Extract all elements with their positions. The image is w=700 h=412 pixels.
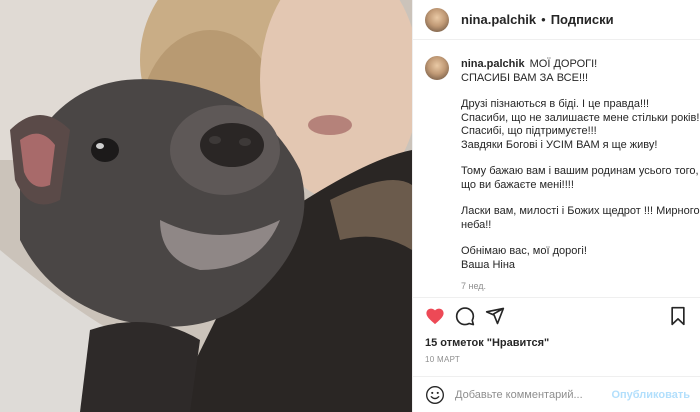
header-username[interactable]: nina.palchik [461, 12, 536, 27]
header-separator: • [541, 12, 546, 27]
post-side-panel: nina.palchik • Подписки nina.palchik МОЇ… [412, 0, 700, 412]
post-photo[interactable] [0, 0, 412, 412]
caption-time[interactable]: 7 нед. [461, 280, 693, 294]
avatar[interactable] [425, 7, 449, 32]
caption-area: nina.palchik МОЇ ДОРОГІ! СПАСИБІ ВАМ ЗА … [425, 48, 700, 296]
comment-button[interactable] [455, 306, 475, 326]
caption-text: nina.palchik МОЇ ДОРОГІ! СПАСИБІ ВАМ ЗА … [461, 48, 700, 294]
publish-button[interactable]: Опубликовать [611, 389, 690, 401]
caption-row: nina.palchik МОЇ ДОРОГІ! СПАСИБІ ВАМ ЗА … [425, 48, 700, 294]
caption-line: Ваша Ніна [461, 258, 516, 271]
caption-line: Тому бажаю вам і вашим родинам усього то… [461, 165, 699, 177]
caption-line: МОЇ ДОРОГІ! [529, 58, 598, 70]
likes-count[interactable]: 15 отметок "Нравится" [425, 337, 549, 349]
caption-line: Спасиби, що не залишаєте мене стільки ро… [461, 111, 700, 124]
caption-line: Завдяки Богові і УСІМ ВАМ я ще живу! [461, 138, 658, 151]
like-button[interactable] [425, 306, 445, 326]
caption-username[interactable]: nina.palchik [461, 58, 525, 70]
caption-line: Ласки вам, милості і Божих щедрот !!! Ми… [461, 205, 700, 217]
comment-bar: Опубликовать [413, 376, 700, 412]
comment-icon [455, 307, 475, 326]
caption-line: Спасибі, що підтримуєте!!! [461, 125, 597, 137]
photo-illustration [0, 0, 412, 412]
heart-icon [426, 308, 444, 325]
post-header: nina.palchik • Подписки [413, 0, 700, 40]
share-icon [485, 307, 505, 325]
following-button[interactable]: Подписки [551, 12, 614, 27]
action-bar [425, 303, 688, 329]
caption-line: СПАСИБІ ВАМ ЗА ВСЕ!!! [461, 71, 589, 84]
caption-line: Обнімаю вас, мої дорогі! [461, 245, 587, 257]
caption-line: неба!! [461, 218, 492, 231]
bookmark-icon [671, 306, 685, 326]
divider [413, 297, 700, 298]
caption-avatar[interactable] [425, 56, 449, 80]
caption-line: Друзі пізнаються в біді. І це правда!!! [461, 98, 650, 110]
smiley-icon[interactable] [425, 385, 445, 405]
save-button[interactable] [668, 306, 688, 326]
comment-input[interactable] [455, 388, 612, 401]
post-date: 10 МАРТ [425, 355, 461, 364]
share-button[interactable] [485, 306, 505, 326]
caption-line: що ви бажаєте мені!!!! [461, 178, 574, 191]
